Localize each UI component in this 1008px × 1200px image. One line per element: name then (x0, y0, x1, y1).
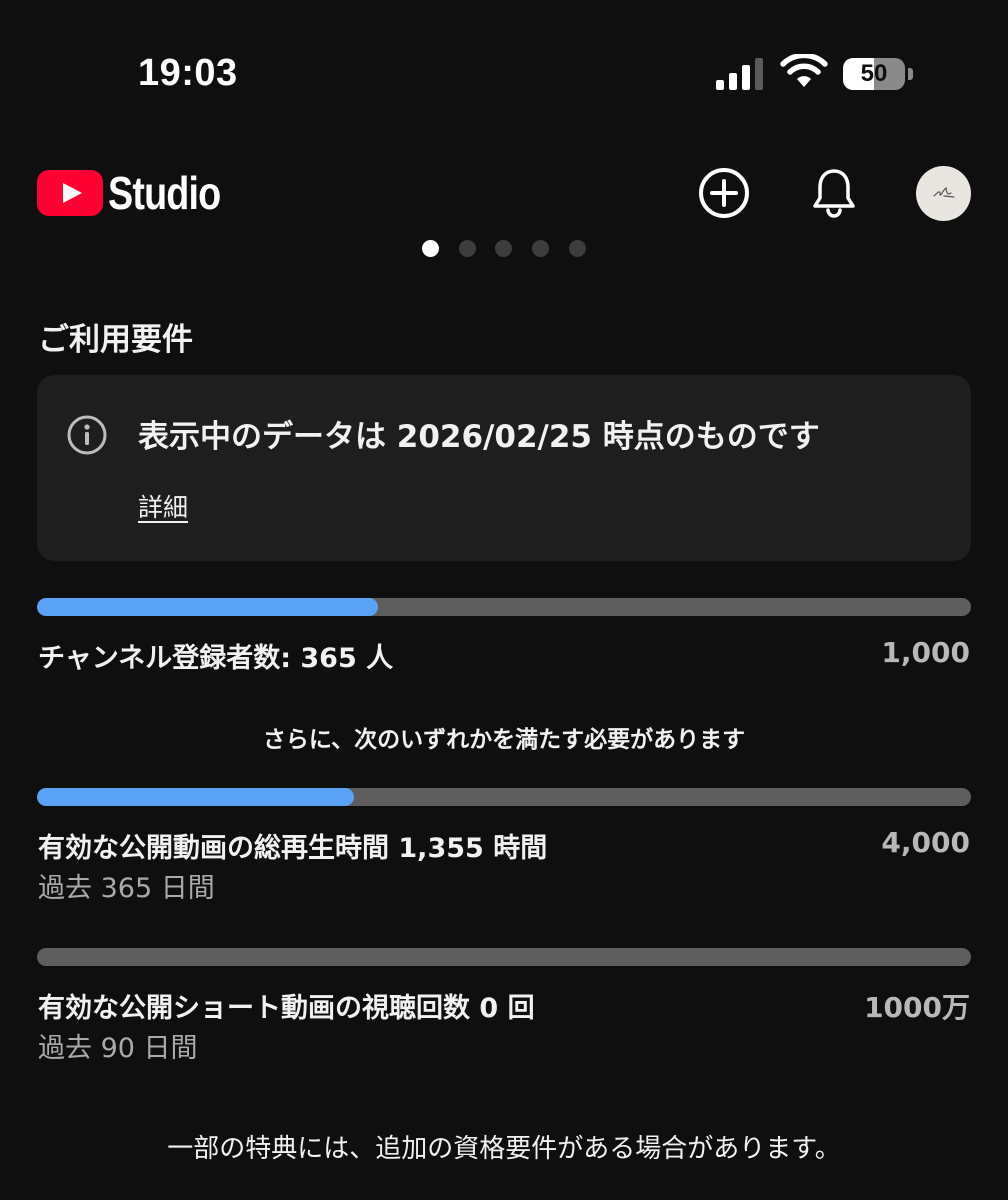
youtube-logo-icon[interactable] (37, 170, 103, 216)
subscribers-progress-fill (37, 598, 378, 616)
page-dot-2[interactable] (459, 240, 476, 257)
footer-note: 一部の特典には、追加の資格要件がある場合があります。 (167, 1134, 841, 1164)
page-dot-1[interactable] (422, 240, 439, 257)
signal-icon (716, 58, 763, 90)
create-plus-icon[interactable] (696, 165, 752, 221)
battery-level: 50 (860, 60, 888, 87)
shorts-views-target: 1000万 (864, 991, 970, 1024)
details-link[interactable]: 詳細 (138, 488, 188, 524)
watch-hours-progress-fill (37, 788, 354, 806)
page-dot-5[interactable] (569, 240, 586, 257)
page-dot-3[interactable] (495, 240, 512, 257)
page-dot-4[interactable] (532, 240, 549, 257)
wifi-icon (780, 54, 828, 87)
bell-icon[interactable] (806, 165, 862, 221)
watch-hours-period: 過去 365 日間 (38, 873, 215, 904)
subscribers-progress-track (37, 598, 971, 616)
shorts-views-progress-track (37, 948, 971, 966)
battery-icon: 50 (843, 58, 905, 90)
subscribers-label: チャンネル登録者数: 365 人 (38, 643, 394, 674)
shorts-views-period: 過去 90 日間 (38, 1033, 198, 1064)
shorts-views-label: 有効な公開ショート動画の視聴回数 0 回 (38, 993, 535, 1024)
also-required-note: さらに、次のいずれかを満たす必要があります (262, 727, 746, 753)
avatar-signature-icon (933, 186, 955, 198)
avatar[interactable] (916, 166, 971, 221)
subscribers-target: 1,000 (881, 636, 970, 669)
watch-hours-label: 有効な公開動画の総再生時間 1,355 時間 (38, 833, 548, 864)
info-card (37, 375, 971, 561)
data-as-of-text: 表示中のデータは 2026/02/25 時点のものです (138, 419, 820, 455)
info-icon (67, 415, 107, 455)
watch-hours-progress-track (37, 788, 971, 806)
battery-nub (908, 68, 913, 80)
status-time: 19:03 (138, 52, 238, 94)
studio-title: Studio (108, 167, 221, 219)
section-title: ご利用要件 (38, 322, 193, 358)
watch-hours-target: 4,000 (881, 826, 970, 859)
